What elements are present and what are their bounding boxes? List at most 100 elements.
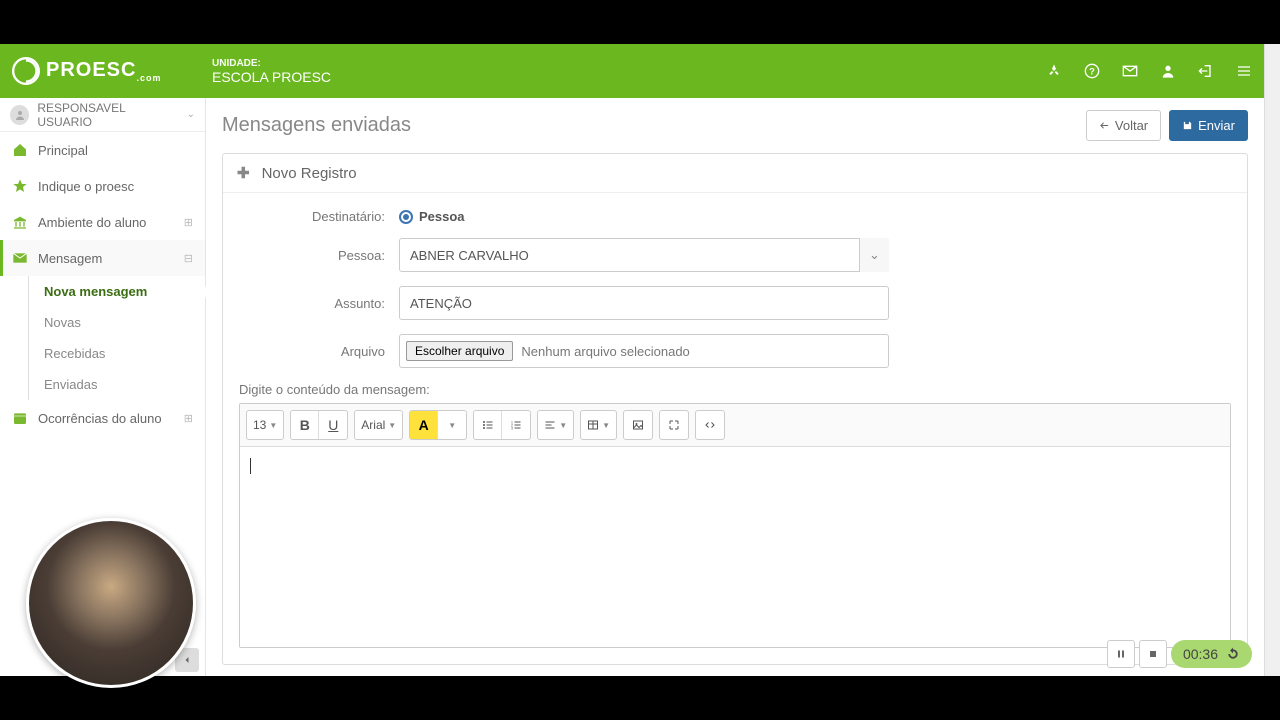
restart-icon — [1226, 647, 1240, 661]
code-button[interactable] — [696, 411, 724, 439]
signout-icon[interactable] — [1198, 63, 1214, 79]
webcam-overlay — [26, 518, 196, 688]
expand-icon: ⊞ — [184, 216, 193, 229]
image-button[interactable] — [624, 411, 652, 439]
calendar-icon — [12, 410, 28, 426]
align-button[interactable]: ▼ — [538, 411, 573, 439]
assunto-label: Assunto: — [239, 296, 399, 311]
underline-button[interactable]: U — [319, 411, 347, 439]
menu-icon[interactable] — [1236, 63, 1252, 79]
sidebar-sub-enviadas[interactable]: Enviadas — [20, 369, 205, 400]
home-icon — [12, 142, 28, 158]
sidebar-sub-recebidas[interactable]: Recebidas — [20, 338, 205, 369]
pause-button[interactable] — [1107, 640, 1135, 668]
sidebar-sub-nova-mensagem[interactable]: Nova mensagem — [20, 276, 205, 307]
expand-icon: ⊞ — [184, 412, 193, 425]
arrow-left-icon — [1099, 120, 1110, 131]
logo-icon — [12, 57, 40, 85]
logo[interactable]: PROESC.com — [12, 57, 204, 85]
content: Mensagens enviadas Voltar Enviar ✚ Novo … — [206, 98, 1264, 676]
collapse-icon: ⊟ — [184, 252, 193, 265]
panel-novo-registro: ✚ Novo Registro Destinatário: Pessoa Pes… — [222, 153, 1248, 665]
save-icon — [1182, 120, 1193, 131]
ul-button[interactable] — [474, 411, 502, 439]
image-icon — [632, 419, 644, 431]
recorder-controls: 00:36 — [1107, 640, 1252, 668]
sidebar-item-ocorrencias[interactable]: Ocorrências do aluno ⊞ — [0, 400, 205, 436]
list-ol-icon: 123 — [510, 419, 522, 431]
editor-toolbar: 13▼ B U Arial ▼ A ▼ — [240, 404, 1230, 447]
recorder-pill[interactable]: 00:36 — [1171, 640, 1252, 668]
pessoa-value[interactable] — [399, 238, 889, 272]
editor: 13▼ B U Arial ▼ A ▼ — [239, 403, 1231, 648]
sidebar-sub-novas[interactable]: Novas — [20, 307, 205, 338]
sidebar-user-name: RESPONSAVEL USUARIO — [37, 101, 178, 129]
radio-icon — [399, 210, 413, 224]
fontsize-button[interactable]: 13▼ — [247, 411, 283, 439]
sidebar-item-label: Principal — [38, 143, 88, 158]
stop-icon — [1147, 648, 1159, 660]
sidebar-item-label: Mensagem — [38, 251, 102, 266]
table-icon — [587, 419, 599, 431]
sidebar-item-principal[interactable]: Principal — [0, 132, 205, 168]
help-icon[interactable]: ? — [1084, 63, 1100, 79]
file-choose-button[interactable]: Escolher arquivo — [406, 341, 513, 361]
fontname-button[interactable]: Arial ▼ — [355, 411, 402, 439]
sidebar-item-ambiente[interactable]: Ambiente do aluno ⊞ — [0, 204, 205, 240]
stop-button[interactable] — [1139, 640, 1167, 668]
sidebar-user[interactable]: RESPONSAVEL USUARIO ⌄ — [0, 98, 205, 132]
pessoa-label: Pessoa: — [239, 248, 399, 263]
envelope-icon — [12, 250, 28, 266]
rocket-icon[interactable] — [1046, 63, 1062, 79]
arquivo-input[interactable]: Escolher arquivo Nenhum arquivo selecion… — [399, 334, 889, 368]
panel-header[interactable]: ✚ Novo Registro — [223, 154, 1247, 193]
arquivo-label: Arquivo — [239, 344, 399, 359]
scrollbar[interactable] — [1264, 44, 1280, 676]
sidebar-item-label: Ambiente do aluno — [38, 215, 146, 230]
plus-icon: ✚ — [237, 164, 250, 182]
sidebar-item-label: Indique o proesc — [38, 179, 134, 194]
editor-label: Digite o conteúdo da mensagem: — [239, 382, 1231, 397]
svg-text:?: ? — [1089, 66, 1095, 76]
recorder-time: 00:36 — [1183, 646, 1218, 662]
sidebar-item-indique[interactable]: Indique o proesc — [0, 168, 205, 204]
text-cursor — [250, 458, 251, 474]
destinatario-label: Destinatário: — [239, 209, 399, 224]
fullscreen-icon — [668, 419, 680, 431]
letterbox-bottom — [0, 676, 1280, 720]
unit-name: ESCOLA PROESC — [212, 69, 331, 85]
assunto-input[interactable] — [399, 286, 889, 320]
fontcolor-button[interactable]: A — [410, 411, 438, 439]
sidebar-item-mensagem[interactable]: Mensagem ⊟ — [0, 240, 205, 276]
bold-button[interactable]: B — [291, 411, 319, 439]
editor-body[interactable] — [240, 447, 1230, 647]
topbar: PROESC.com UNIDADE: ESCOLA PROESC ? — [0, 44, 1264, 98]
chevron-down-icon: ⌄ — [187, 109, 195, 120]
panel-title: Novo Registro — [262, 165, 357, 182]
align-icon — [544, 419, 556, 431]
letterbox-top — [0, 0, 1280, 44]
table-button[interactable]: ▼ — [581, 411, 616, 439]
avatar-icon — [10, 105, 29, 125]
chevron-left-icon — [181, 654, 193, 666]
send-button[interactable]: Enviar — [1169, 110, 1248, 141]
fullscreen-button[interactable] — [660, 411, 688, 439]
unit-label: UNIDADE: — [212, 58, 331, 69]
destinatario-radio-pessoa[interactable]: Pessoa — [399, 209, 465, 224]
pessoa-select[interactable]: ⌄ — [399, 238, 889, 272]
pause-icon — [1115, 648, 1127, 660]
list-ul-icon — [482, 419, 494, 431]
fontcolor-picker-button[interactable]: ▼ — [438, 411, 466, 439]
star-icon — [12, 178, 28, 194]
svg-text:3: 3 — [511, 427, 513, 431]
code-icon — [704, 419, 716, 431]
back-button[interactable]: Voltar — [1086, 110, 1161, 141]
unit-block: UNIDADE: ESCOLA PROESC — [212, 58, 331, 85]
user-icon[interactable] — [1160, 63, 1176, 79]
file-status: Nenhum arquivo selecionado — [521, 344, 689, 359]
mail-icon[interactable] — [1122, 63, 1138, 79]
institution-icon — [12, 214, 28, 230]
page-title: Mensagens enviadas — [222, 114, 411, 137]
ol-button[interactable]: 123 — [502, 411, 530, 439]
radio-label: Pessoa — [419, 209, 465, 224]
